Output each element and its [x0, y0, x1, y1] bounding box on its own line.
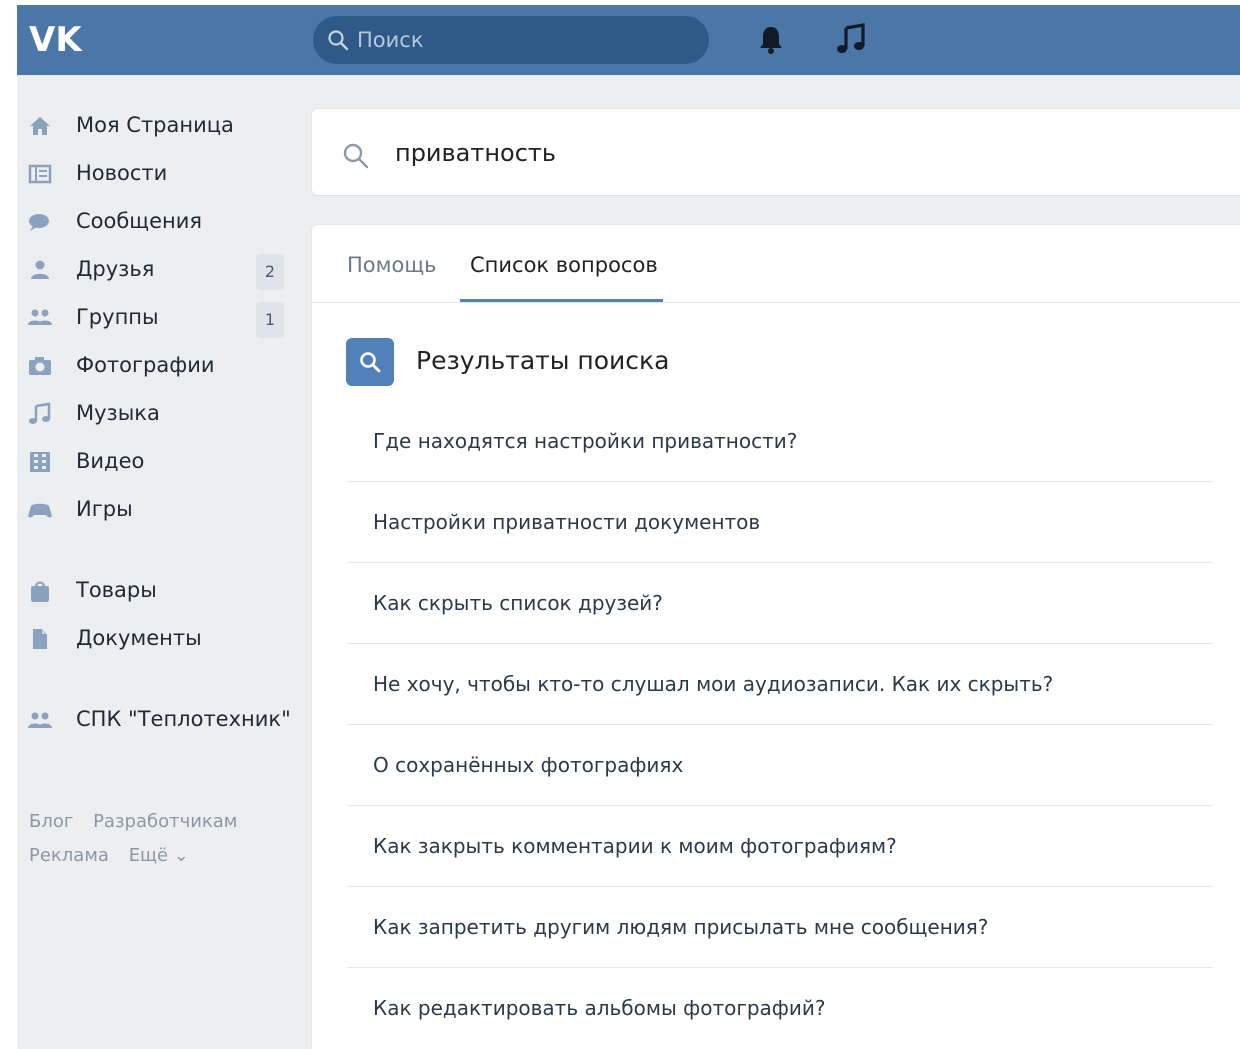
music-icon	[29, 402, 51, 424]
list-item[interactable]: Настройки приватности документов	[347, 482, 1213, 563]
games-icon	[28, 503, 52, 518]
sidebar-item-label: Моя Страница	[76, 113, 234, 137]
list-item[interactable]: О сохранённых фотографиях	[347, 725, 1213, 806]
footer-link-more[interactable]: Ещё ⌄	[129, 845, 189, 866]
sidebar-item-friends[interactable]: Друзья 2	[17, 248, 302, 292]
question-link[interactable]: О сохранённых фотографиях	[373, 753, 683, 777]
sidebar-item-group-teplotehnik[interactable]: СПК "Теплотехник"	[17, 698, 302, 742]
music-icon[interactable]	[835, 22, 867, 56]
left-sidebar: Моя Страница Новости Сообщения Друзья 2 …	[17, 75, 307, 1049]
search-icon	[343, 143, 369, 169]
question-link[interactable]: Как закрыть комментарии к моим фотографи…	[373, 834, 897, 858]
help-search-box[interactable]: приватность	[312, 109, 1240, 195]
sidebar-item-music[interactable]: Музыка	[17, 392, 302, 436]
tab-bar: Помощь Список вопросов	[312, 225, 1240, 303]
sidebar-item-label: СПК "Теплотехник"	[76, 707, 291, 731]
vk-window: VK Моя Страница Новости	[17, 5, 1240, 1049]
search-input[interactable]	[357, 25, 687, 55]
question-link[interactable]: Как редактировать альбомы фотографий?	[373, 996, 826, 1020]
messages-icon	[29, 214, 49, 231]
sidebar-item-label: Группы	[76, 305, 159, 329]
questions-list: Где находятся настройки приватности? Нас…	[347, 401, 1213, 1049]
search-results-icon	[346, 338, 394, 386]
sidebar-item-photos[interactable]: Фотографии	[17, 344, 302, 388]
sidebar-item-label: Друзья	[76, 257, 155, 281]
sidebar-item-messages[interactable]: Сообщения	[17, 200, 302, 244]
documents-icon	[33, 629, 47, 649]
question-link[interactable]: Не хочу, чтобы кто-то слушал мои аудиоза…	[373, 672, 1053, 696]
home-icon	[30, 117, 50, 135]
list-item[interactable]: Как закрыть комментарии к моим фотографи…	[347, 806, 1213, 887]
tab-help[interactable]: Помощь	[347, 253, 437, 277]
tab-questions-list[interactable]: Список вопросов	[470, 253, 658, 277]
list-item[interactable]: Как редактировать альбомы фотографий?	[347, 968, 1213, 1049]
sidebar-footer-links: Блог Разработчикам Реклама Ещё ⌄	[29, 805, 299, 873]
list-item[interactable]: Не хочу, чтобы кто-то слушал мои аудиоза…	[347, 644, 1213, 725]
sidebar-item-documents[interactable]: Документы	[17, 617, 302, 661]
sidebar-item-games[interactable]: Игры	[17, 488, 302, 532]
header-search[interactable]	[313, 16, 709, 64]
bell-icon[interactable]	[755, 22, 787, 56]
question-link[interactable]: Где находятся настройки приватности?	[373, 429, 797, 453]
sidebar-item-news[interactable]: Новости	[17, 152, 302, 196]
sidebar-item-label: Товары	[76, 578, 157, 602]
help-search-query[interactable]: приватность	[395, 139, 556, 167]
vk-logo[interactable]: VK	[27, 21, 89, 57]
video-icon	[30, 452, 50, 472]
news-icon	[28, 164, 52, 184]
question-link[interactable]: Как скрыть список друзей?	[373, 591, 663, 615]
sidebar-item-my-page[interactable]: Моя Страница	[17, 104, 302, 148]
list-item[interactable]: Как запретить другим людям присылать мне…	[347, 887, 1213, 968]
sidebar-item-video[interactable]: Видео	[17, 440, 302, 484]
camera-icon	[29, 357, 51, 375]
footer-link-blog[interactable]: Блог	[29, 811, 73, 832]
sidebar-item-label: Сообщения	[76, 209, 203, 233]
help-content-card: Помощь Список вопросов Результаты поиска…	[312, 225, 1240, 1049]
footer-link-ads[interactable]: Реклама	[29, 845, 109, 866]
friends-icon	[31, 260, 49, 279]
sidebar-item-label: Игры	[76, 497, 133, 521]
groups-icon	[28, 309, 52, 325]
footer-link-developers[interactable]: Разработчикам	[93, 811, 237, 832]
bag-icon	[31, 581, 49, 602]
list-item[interactable]: Где находятся настройки приватности?	[347, 401, 1213, 482]
search-icon	[328, 30, 349, 51]
sidebar-item-market[interactable]: Товары	[17, 569, 302, 613]
svg-text:VK: VK	[29, 21, 83, 57]
top-header: VK	[17, 5, 1240, 75]
question-link[interactable]: Настройки приватности документов	[373, 510, 760, 534]
friends-count-badge: 2	[256, 254, 284, 290]
groups-count-badge: 1	[256, 302, 284, 338]
group-icon	[28, 712, 52, 728]
sidebar-item-label: Видео	[76, 449, 145, 473]
active-tab-indicator	[460, 299, 663, 302]
list-item[interactable]: Как скрыть список друзей?	[347, 563, 1213, 644]
question-link[interactable]: Как запретить другим людям присылать мне…	[373, 915, 988, 939]
sidebar-item-groups[interactable]: Группы 1	[17, 296, 302, 340]
results-title: Результаты поиска	[416, 346, 670, 375]
sidebar-item-label: Фотографии	[76, 353, 215, 377]
sidebar-item-label: Музыка	[76, 401, 160, 425]
sidebar-item-label: Новости	[76, 161, 168, 185]
sidebar-item-label: Документы	[76, 626, 202, 650]
